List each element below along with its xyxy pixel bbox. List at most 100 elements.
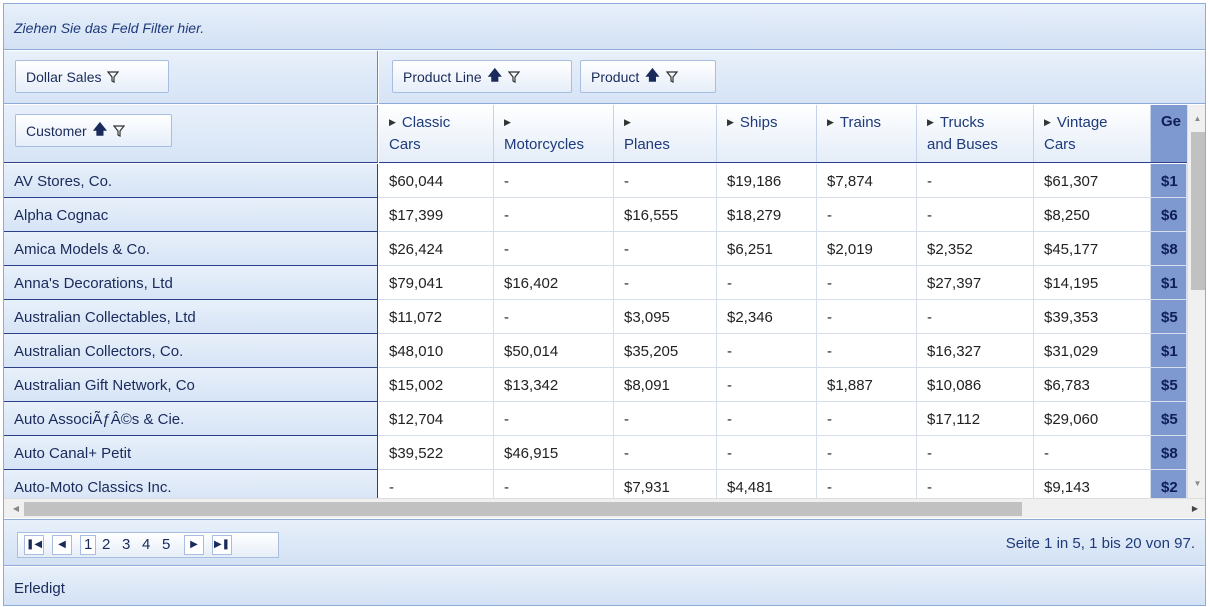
data-cell: - — [817, 266, 917, 300]
row-header-customer[interactable]: Auto AssociÃƒÂ©s & Cie. — [4, 402, 378, 436]
row-header-customer[interactable]: Australian Gift Network, Co — [4, 368, 378, 402]
product-field-button[interactable]: Product 🡅 — [580, 60, 716, 93]
page-link-3[interactable]: 3 — [122, 536, 130, 553]
data-cell: $16,555 — [614, 198, 717, 232]
expand-icon[interactable]: ▶ — [727, 117, 734, 127]
data-cell: - — [917, 198, 1034, 232]
pager-controls: ❚◀ ◀ 1 2 3 4 5 ▶ ▶❚ — [17, 532, 279, 558]
data-cell: $50,014 — [494, 334, 614, 368]
horizontal-scrollbar[interactable]: ◀ ▶ — [4, 498, 1205, 519]
page-link-5[interactable]: 5 — [162, 536, 170, 553]
row-header-customer[interactable]: Anna's Decorations, Ltd — [4, 266, 378, 300]
data-cell: $39,522 — [379, 436, 494, 470]
data-cell: $7,931 — [614, 470, 717, 498]
data-cell: $11,072 — [379, 300, 494, 334]
product-line-field-button[interactable]: Product Line 🡅 — [392, 60, 572, 93]
scroll-left-icon[interactable]: ◀ — [6, 499, 26, 519]
previous-page-button[interactable]: ◀ — [52, 535, 72, 555]
column-header-vintage-cars[interactable]: ▶ Vintage Cars — [1034, 105, 1151, 162]
column-header-label: Trains — [839, 114, 882, 131]
scroll-up-icon[interactable]: ▲ — [1188, 109, 1205, 129]
column-header-trucks-and-buses[interactable]: ▶ Trucks and Buses — [917, 105, 1034, 162]
data-cell: $13,342 — [494, 368, 614, 402]
sort-ascending-icon[interactable]: 🡅 — [645, 65, 659, 89]
data-cell: - — [917, 436, 1034, 470]
column-field-zone: Product Line 🡅 Product 🡅 — [379, 51, 1205, 104]
data-cell: $27,397 — [917, 266, 1034, 300]
column-header-grand-total[interactable]: Ge — [1151, 105, 1187, 162]
row-header-customer[interactable]: Amica Models & Co. — [4, 232, 378, 266]
data-cell: $16,327 — [917, 334, 1034, 368]
filter-drop-zone[interactable]: Ziehen Sie das Feld Filter hier. — [4, 4, 1205, 50]
vertical-scrollbar[interactable]: ▲ ▼ — [1187, 105, 1205, 498]
last-page-button[interactable]: ▶❚ — [212, 535, 232, 555]
data-cell: - — [614, 402, 717, 436]
grand-total-cell: $2 — [1151, 470, 1187, 498]
column-header-label: and Buses — [927, 136, 998, 153]
expand-icon[interactable]: ▶ — [504, 117, 511, 127]
first-page-button[interactable]: ❚◀ — [24, 535, 44, 555]
column-header-planes[interactable]: ▶ Planes — [614, 105, 717, 162]
data-cell: $12,704 — [379, 402, 494, 436]
data-cell: - — [494, 300, 614, 334]
data-cell: $31,029 — [1034, 334, 1151, 368]
page-link-4[interactable]: 4 — [142, 536, 150, 553]
grand-total-cell: $8 — [1151, 436, 1187, 470]
data-cell: $45,177 — [1034, 232, 1151, 266]
scroll-down-icon[interactable]: ▼ — [1188, 474, 1205, 494]
expand-icon[interactable]: ▶ — [624, 117, 631, 127]
filter-icon[interactable] — [665, 70, 678, 83]
data-cell: - — [614, 164, 717, 198]
data-cell: $15,002 — [379, 368, 494, 402]
expand-icon[interactable]: ▶ — [389, 117, 396, 127]
horizontal-scroll-thumb[interactable] — [24, 502, 1022, 516]
expand-icon[interactable]: ▶ — [827, 117, 834, 127]
data-cell: $2,019 — [817, 232, 917, 266]
data-cell: $48,010 — [379, 334, 494, 368]
data-cell: $29,060 — [1034, 402, 1151, 436]
data-cell: $2,352 — [917, 232, 1034, 266]
sort-ascending-icon[interactable]: 🡅 — [488, 65, 502, 89]
page-link-1[interactable]: 1 — [80, 535, 97, 555]
row-header-customer[interactable]: Alpha Cognac — [4, 198, 378, 232]
row-header-customer[interactable]: Auto Canal+ Petit — [4, 436, 378, 470]
data-cell: $61,307 — [1034, 164, 1151, 198]
column-header-label: Cars — [1044, 136, 1076, 153]
filter-icon[interactable] — [508, 70, 521, 83]
column-header-ships[interactable]: ▶ Ships — [717, 105, 817, 162]
row-header-customer[interactable]: Australian Collectors, Co. — [4, 334, 378, 368]
data-cell: $3,095 — [614, 300, 717, 334]
row-header-customer[interactable]: AV Stores, Co. — [4, 164, 378, 198]
column-header-classic-cars[interactable]: ▶ Classic Cars — [379, 105, 494, 162]
customer-field-button[interactable]: Customer 🡅 — [15, 114, 172, 147]
column-header-motorcycles[interactable]: ▶ Motorcycles — [494, 105, 614, 162]
data-cell: - — [717, 368, 817, 402]
expand-icon[interactable]: ▶ — [1044, 117, 1051, 127]
page-link-2[interactable]: 2 — [102, 536, 110, 553]
data-cell: $1,887 — [817, 368, 917, 402]
status-text: Erledigt — [14, 580, 65, 597]
grand-total-cell: $8 — [1151, 232, 1187, 266]
next-page-button[interactable]: ▶ — [184, 535, 204, 555]
product-line-label: Product Line — [403, 68, 482, 85]
grand-total-cell: $1 — [1151, 164, 1187, 198]
expand-icon[interactable]: ▶ — [927, 117, 934, 127]
row-field-zone: Customer 🡅 — [4, 105, 378, 163]
scroll-right-icon[interactable]: ▶ — [1185, 499, 1205, 519]
data-cell: $8,091 — [614, 368, 717, 402]
data-cell: - — [614, 436, 717, 470]
vertical-scroll-thumb[interactable] — [1191, 132, 1205, 290]
dollar-sales-field-button[interactable]: Dollar Sales — [15, 60, 169, 93]
filter-icon[interactable] — [113, 124, 126, 137]
customer-label: Customer — [26, 122, 87, 139]
sort-ascending-icon[interactable]: 🡅 — [93, 119, 107, 143]
data-cell: $6,783 — [1034, 368, 1151, 402]
column-header-trains[interactable]: ▶ Trains — [817, 105, 917, 162]
row-header-customer[interactable]: Australian Collectables, Ltd — [4, 300, 378, 334]
filter-icon[interactable] — [107, 70, 120, 83]
grand-total-cell: $5 — [1151, 402, 1187, 436]
data-cell: - — [817, 470, 917, 498]
row-header-customer[interactable]: Auto-Moto Classics Inc. — [4, 470, 378, 498]
data-cell: - — [494, 198, 614, 232]
grand-total-cell: $6 — [1151, 198, 1187, 232]
